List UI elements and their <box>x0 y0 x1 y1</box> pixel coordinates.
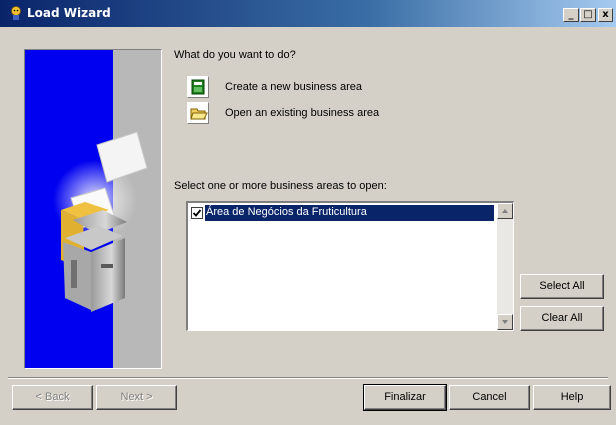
scroll-up-arrow[interactable] <box>497 203 513 219</box>
list-item[interactable]: Área de Negócios da Fruticultura <box>190 205 494 221</box>
new-business-area-icon[interactable] <box>187 76 209 98</box>
restore-button[interactable]: □ <box>580 8 596 22</box>
business-area-listbox[interactable]: Área de Negócios da Fruticultura <box>186 201 514 331</box>
list-item-checkbox[interactable] <box>191 207 203 219</box>
wizard-banner-image <box>24 49 162 369</box>
chevron-down-icon <box>502 320 508 324</box>
option-open-label[interactable]: Open an existing business area <box>225 107 379 119</box>
open-business-area-icon[interactable] <box>187 102 209 124</box>
list-heading: Select one or more business areas to ope… <box>174 180 387 192</box>
option-create-label[interactable]: Create a new business area <box>225 81 362 93</box>
finish-button[interactable]: Finalizar <box>363 384 447 411</box>
back-button[interactable]: < Back <box>12 385 93 410</box>
scroll-down-arrow[interactable] <box>497 314 513 330</box>
load-wizard-window: Load Wizard _ □ x What do you want to do… <box>0 0 616 425</box>
minimize-button[interactable]: _ <box>563 8 579 22</box>
wizard-prompt: What do you want to do? <box>174 49 296 61</box>
cancel-button[interactable]: Cancel <box>449 385 530 410</box>
next-button[interactable]: Next > <box>96 385 177 410</box>
close-button[interactable]: x <box>598 8 613 22</box>
checkmark-icon <box>192 209 202 217</box>
title-bar[interactable]: Load Wizard _ □ x <box>0 0 616 27</box>
footer-divider <box>8 377 608 379</box>
file-cabinet-illustration <box>53 131 148 312</box>
wizard-icon <box>11 6 21 20</box>
chevron-up-icon <box>502 209 508 213</box>
list-item-label[interactable]: Área de Negócios da Fruticultura <box>205 205 494 221</box>
clear-all-button[interactable]: Clear All <box>520 306 604 331</box>
listbox-scrollbar[interactable] <box>497 203 513 330</box>
help-button[interactable]: Help <box>533 385 611 410</box>
select-all-button[interactable]: Select All <box>520 274 604 299</box>
window-title: Load Wizard <box>27 6 111 20</box>
